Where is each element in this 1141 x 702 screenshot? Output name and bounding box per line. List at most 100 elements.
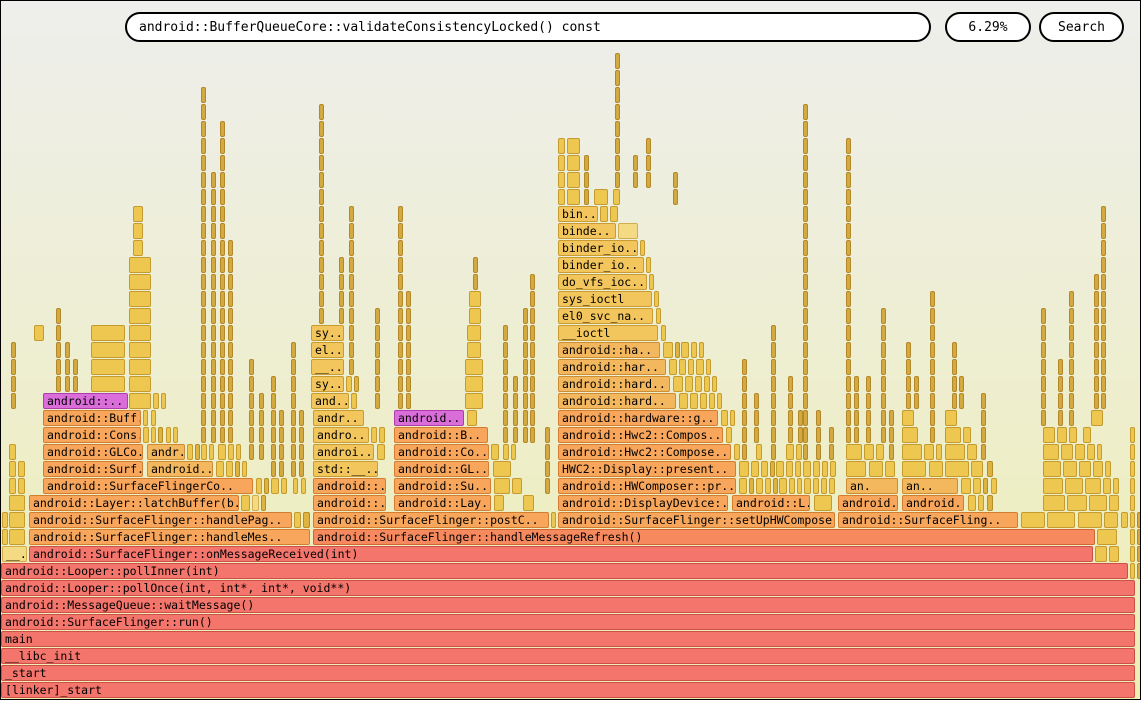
flame-frame[interactable] <box>523 325 528 341</box>
flame-frame[interactable] <box>494 495 504 511</box>
flame-frame[interactable]: el.. <box>311 342 344 358</box>
flame-frame[interactable]: and.. <box>311 393 349 409</box>
flame-frame[interactable] <box>1065 478 1083 494</box>
flame-frame[interactable] <box>906 376 911 392</box>
flame-frame[interactable] <box>377 444 385 460</box>
flame-frame[interactable] <box>228 240 233 256</box>
flame-frame[interactable] <box>700 393 707 409</box>
flame-frame[interactable] <box>211 240 216 256</box>
flame-frame[interactable] <box>469 308 481 324</box>
flame-frame[interactable] <box>902 410 914 426</box>
flame-frame[interactable] <box>220 172 225 188</box>
flame-frame[interactable] <box>675 342 680 358</box>
flame-frame[interactable] <box>319 189 324 205</box>
flame-frame[interactable] <box>846 223 851 239</box>
flame-frame[interactable] <box>1091 410 1103 426</box>
flame-frame[interactable]: android::GLCo.. <box>43 444 143 460</box>
flame-frame[interactable] <box>349 223 354 239</box>
flame-frame[interactable]: android::hard.. <box>558 376 670 392</box>
flame-frame[interactable] <box>349 359 354 375</box>
flame-frame[interactable] <box>803 240 808 256</box>
flame-frame[interactable] <box>1043 427 1055 443</box>
flame-frame[interactable] <box>881 376 886 392</box>
flame-frame[interactable] <box>679 393 688 409</box>
flame-frame[interactable] <box>339 274 344 290</box>
flame-frame[interactable] <box>467 325 481 341</box>
flame-frame[interactable] <box>530 393 535 409</box>
flame-frame[interactable] <box>354 376 359 392</box>
flame-frame[interactable] <box>249 427 254 443</box>
flame-frame[interactable] <box>201 138 206 154</box>
flame-frame[interactable] <box>406 393 411 409</box>
flame-frame[interactable] <box>303 512 310 528</box>
flame-frame[interactable] <box>930 393 935 409</box>
flame-frame[interactable]: sy.. <box>311 376 344 392</box>
flame-frame[interactable] <box>1137 546 1141 562</box>
flame-frame[interactable] <box>1113 478 1119 494</box>
flame-frame[interactable] <box>129 376 151 392</box>
flame-frame[interactable] <box>866 410 871 426</box>
flame-frame[interactable] <box>803 325 808 341</box>
flame-frame[interactable] <box>902 427 918 443</box>
flame-frame[interactable] <box>754 427 759 443</box>
flame-frame[interactable] <box>211 410 216 426</box>
flame-frame[interactable] <box>846 291 851 307</box>
flame-frame[interactable] <box>551 512 556 528</box>
flame-frame[interactable] <box>1101 206 1106 222</box>
flame-frame[interactable] <box>1101 274 1106 290</box>
flame-frame[interactable] <box>846 206 851 222</box>
flame-frame[interactable] <box>299 410 304 426</box>
flame-frame[interactable]: binde.. <box>558 223 616 239</box>
flame-frame[interactable] <box>220 410 225 426</box>
flame-frame[interactable] <box>294 512 301 528</box>
flame-frame[interactable] <box>201 410 206 426</box>
flame-frame[interactable] <box>846 427 851 443</box>
flame-frame[interactable] <box>201 359 206 375</box>
flame-frame[interactable] <box>584 155 589 171</box>
flame-frame[interactable] <box>1069 410 1074 426</box>
flame-frame[interactable] <box>803 155 808 171</box>
flame-frame[interactable] <box>398 223 403 239</box>
flame-frame[interactable] <box>1130 495 1135 511</box>
flame-frame[interactable] <box>530 325 535 341</box>
flame-frame[interactable] <box>129 291 151 307</box>
flame-frame[interactable] <box>885 461 895 477</box>
search-button[interactable]: Search <box>1039 12 1124 42</box>
flame-frame[interactable] <box>2 512 8 528</box>
flame-frame[interactable] <box>615 104 620 120</box>
flame-frame[interactable] <box>530 410 535 426</box>
flame-frame[interactable] <box>906 342 911 358</box>
flame-frame[interactable] <box>1079 461 1091 477</box>
flame-frame[interactable] <box>1047 512 1075 528</box>
flame-frame[interactable] <box>226 461 233 477</box>
flame-frame[interactable] <box>930 342 935 358</box>
flame-frame[interactable] <box>73 376 78 392</box>
flame-frame[interactable] <box>646 138 651 154</box>
flame-frame[interactable] <box>220 240 225 256</box>
flame-frame[interactable] <box>788 410 793 426</box>
flame-frame[interactable] <box>649 274 654 290</box>
flame-frame[interactable] <box>153 393 159 409</box>
flame-frame[interactable] <box>56 342 61 358</box>
flame-frame[interactable] <box>661 325 666 341</box>
flame-frame[interactable] <box>866 393 871 409</box>
flame-frame[interactable] <box>211 376 216 392</box>
flame-frame[interactable] <box>1094 291 1099 307</box>
flame-frame[interactable] <box>398 206 403 222</box>
flame-frame[interactable] <box>349 206 354 222</box>
flame-frame[interactable] <box>1137 512 1141 528</box>
flame-frame[interactable] <box>523 376 528 392</box>
flame-frame[interactable] <box>773 478 778 494</box>
flame-frame[interactable] <box>663 342 673 358</box>
flame-frame[interactable] <box>319 155 324 171</box>
flame-frame[interactable] <box>228 410 233 426</box>
flame-frame[interactable] <box>201 87 206 103</box>
flame-frame[interactable] <box>734 444 740 460</box>
flame-frame[interactable] <box>220 427 225 443</box>
flame-frame[interactable] <box>814 495 832 511</box>
flame-frame[interactable] <box>398 376 403 392</box>
flame-frame[interactable]: __.. <box>311 359 344 375</box>
flame-frame[interactable] <box>201 240 206 256</box>
flame-frame[interactable] <box>235 461 240 477</box>
flame-frame[interactable] <box>1130 563 1135 579</box>
